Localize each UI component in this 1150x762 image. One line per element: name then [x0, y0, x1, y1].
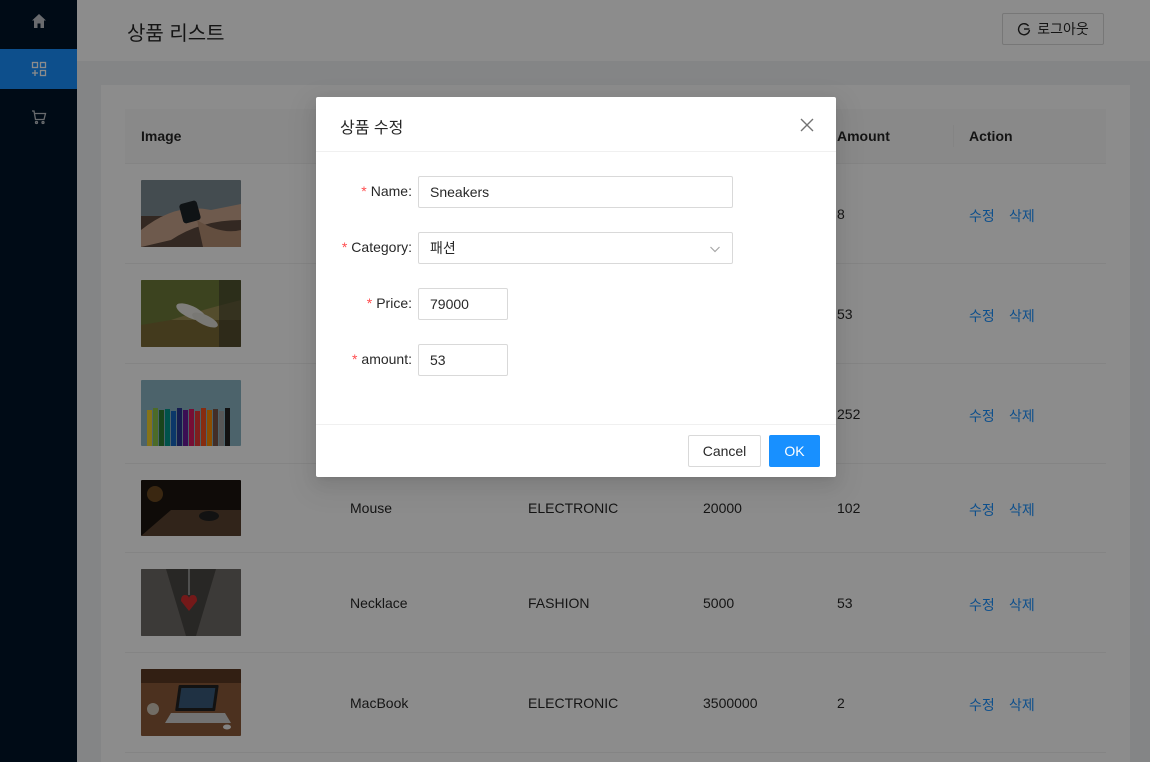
name-label: * Name: [361, 183, 412, 199]
form-item-name: * Name: Sneakers [316, 176, 836, 208]
price-input[interactable]: 79000 [418, 288, 508, 320]
required-mark: * [341, 239, 348, 255]
form-item-amount: * amount: 53 [316, 344, 836, 376]
price-label: * Price: [366, 295, 412, 311]
category-select[interactable]: 패션 [418, 232, 733, 264]
category-label: * Category: [341, 239, 412, 255]
required-mark: * [361, 183, 367, 199]
chevron-down-icon [710, 246, 720, 253]
modal-close-button[interactable] [796, 114, 818, 136]
edit-product-modal: 상품 수정 * Name: Sneakers * Category: 패션 * Pri… [316, 97, 836, 477]
cancel-button[interactable]: Cancel [688, 435, 761, 467]
category-selected-value: 패션 [430, 240, 456, 256]
modal-title: 상품 수정 [340, 120, 404, 137]
required-mark: * [351, 351, 358, 367]
modal-header: 상품 수정 [316, 97, 836, 152]
close-icon [800, 118, 814, 132]
form-item-price: * Price: 79000 [316, 288, 836, 320]
required-mark: * [366, 295, 373, 311]
amount-input[interactable]: 53 [418, 344, 508, 376]
ok-button[interactable]: OK [769, 435, 820, 467]
name-input[interactable]: Sneakers [418, 176, 733, 208]
modal-footer: Cancel OK [316, 424, 836, 477]
amount-label: * amount: [351, 351, 412, 367]
form-item-category: * Category: 패션 [316, 232, 836, 264]
